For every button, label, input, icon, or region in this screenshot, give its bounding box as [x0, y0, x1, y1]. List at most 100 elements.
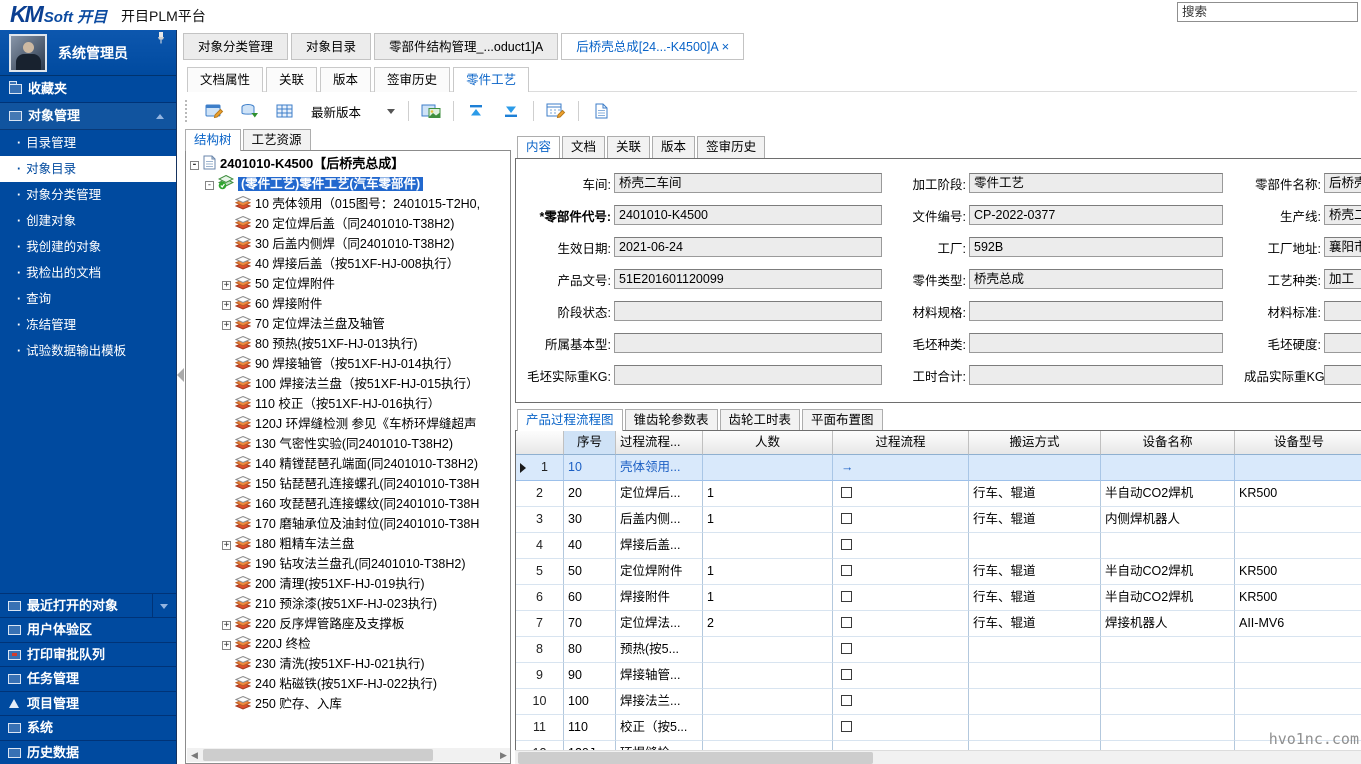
- tree-tab[interactable]: 工艺资源: [243, 129, 311, 151]
- sidebar-item[interactable]: 项目管理: [0, 691, 176, 716]
- cell-flow[interactable]: [833, 689, 969, 715]
- checkbox[interactable]: [841, 695, 852, 706]
- checkbox[interactable]: [841, 513, 852, 524]
- cell-model[interactable]: [1235, 663, 1361, 689]
- tree-operation-node[interactable]: 210 预涂漆(按51XF-HJ-023执行): [190, 594, 510, 614]
- sidebar-item[interactable]: 任务管理: [0, 666, 176, 691]
- sidebar-subitem[interactable]: 我检出的文档: [0, 260, 176, 286]
- cell-transport[interactable]: [969, 663, 1101, 689]
- tree-operation-node[interactable]: 170 磨轴承位及油封位(同2401010-T38H: [190, 514, 510, 534]
- cell-name[interactable]: 焊接附件: [616, 585, 703, 611]
- cell-equipment[interactable]: [1101, 689, 1235, 715]
- cell-seq[interactable]: 10: [564, 455, 616, 481]
- field-input[interactable]: [1324, 365, 1361, 385]
- sidebar-item[interactable]: 最近打开的对象: [0, 593, 176, 618]
- content-tab[interactable]: 签审历史: [697, 136, 765, 158]
- cell-model[interactable]: KR500: [1235, 585, 1361, 611]
- sidebar-subitem[interactable]: 查询: [0, 286, 176, 312]
- field-input[interactable]: [614, 301, 882, 321]
- cell-people[interactable]: [703, 637, 833, 663]
- cell-equipment[interactable]: [1101, 663, 1235, 689]
- cell-flow[interactable]: [833, 663, 969, 689]
- folder-image-button[interactable]: [418, 99, 444, 123]
- cell-equipment[interactable]: 半自动CO2焊机: [1101, 559, 1235, 585]
- table-header-cell[interactable]: 序号: [564, 431, 616, 455]
- table-header-cell[interactable]: 设备型号: [1235, 431, 1361, 455]
- cell-model[interactable]: [1235, 455, 1361, 481]
- tree-operation-node[interactable]: 90 焊接轴管（按51XF-HJ-014执行）: [190, 354, 510, 374]
- tree-operation-node[interactable]: 200 清理(按51XF-HJ-019执行): [190, 574, 510, 594]
- cell-equipment[interactable]: [1101, 533, 1235, 559]
- field-input[interactable]: [1324, 333, 1361, 353]
- sidebar-subitem[interactable]: 冻结管理: [0, 312, 176, 338]
- tree-operation-node[interactable]: 240 粘磁铁(按51XF-HJ-022执行): [190, 674, 510, 694]
- checkbox[interactable]: [841, 591, 852, 602]
- tree-operation-node[interactable]: 30 后盖内侧焊（同2401010-T38H2): [190, 234, 510, 254]
- collapse-to-bottom-button[interactable]: [498, 99, 524, 123]
- scroll-left-icon[interactable]: ◀: [187, 748, 202, 762]
- cell-people[interactable]: 1: [703, 507, 833, 533]
- tree-operation-node[interactable]: 230 清洗(按51XF-HJ-021执行): [190, 654, 510, 674]
- row-header-cell[interactable]: 4: [516, 533, 564, 559]
- cell-flow[interactable]: [833, 637, 969, 663]
- expander-plus-icon[interactable]: +: [222, 541, 231, 550]
- cell-name[interactable]: 定位焊后...: [616, 481, 703, 507]
- tree-operation-node[interactable]: 100 焊接法兰盘（按51XF-HJ-015执行）: [190, 374, 510, 394]
- cell-flow[interactable]: [833, 715, 969, 741]
- tree-operation-node[interactable]: 40 焊接后盖（按51XF-HJ-008执行）: [190, 254, 510, 274]
- tree-operation-node[interactable]: 120J 环焊缝检测 参见《车桥环焊缝超声: [190, 414, 510, 434]
- cell-transport[interactable]: 行车、辊道: [969, 559, 1101, 585]
- cell-people[interactable]: 1: [703, 481, 833, 507]
- tree-operation-node[interactable]: 140 精镗琵琶孔端面(同2401010-T38H2): [190, 454, 510, 474]
- document-tab[interactable]: 文档属性: [187, 67, 263, 92]
- sidebar-subitem[interactable]: 创建对象: [0, 208, 176, 234]
- cell-name[interactable]: 定位焊法...: [616, 611, 703, 637]
- sidebar-item[interactable]: 系统: [0, 715, 176, 740]
- cell-model[interactable]: KR500: [1235, 481, 1361, 507]
- field-input[interactable]: 后桥壳: [1324, 173, 1361, 193]
- tree-tab[interactable]: 结构树: [185, 129, 241, 151]
- sidebar-subitem[interactable]: 目录管理: [0, 130, 176, 156]
- expander-plus-icon[interactable]: +: [222, 641, 231, 650]
- table-header-cell[interactable]: 设备名称: [1101, 431, 1235, 455]
- cell-equipment[interactable]: [1101, 455, 1235, 481]
- table-header-cell[interactable]: 搬运方式: [969, 431, 1101, 455]
- field-input[interactable]: 零件工艺: [969, 173, 1223, 193]
- table-view-button[interactable]: [272, 99, 298, 123]
- sidebar-subitem[interactable]: 对象目录: [0, 156, 176, 182]
- collapse-section-icon[interactable]: [156, 114, 164, 119]
- cell-people[interactable]: [703, 455, 833, 481]
- cell-flow[interactable]: [833, 481, 969, 507]
- pin-icon[interactable]: [156, 31, 166, 44]
- content-tab[interactable]: 关联: [607, 136, 650, 158]
- cell-equipment[interactable]: 内侧焊机器人: [1101, 507, 1235, 533]
- document-copy-button[interactable]: [588, 99, 614, 123]
- cell-people[interactable]: [703, 715, 833, 741]
- field-input[interactable]: 2021-06-24: [614, 237, 882, 257]
- cell-transport[interactable]: [969, 533, 1101, 559]
- cell-flow[interactable]: [833, 559, 969, 585]
- tree-operation-node[interactable]: 130 气密性实验(同2401010-T38H2): [190, 434, 510, 454]
- edit-document-button[interactable]: [202, 99, 228, 123]
- main-tab[interactable]: 后桥壳总成[24...-K4500]A×: [561, 33, 744, 60]
- cell-name[interactable]: 校正（按5...: [616, 715, 703, 741]
- row-header-cell[interactable]: 9: [516, 663, 564, 689]
- cell-people[interactable]: [703, 533, 833, 559]
- cell-flow[interactable]: [833, 585, 969, 611]
- cell-people[interactable]: 1: [703, 585, 833, 611]
- cell-seq[interactable]: 100: [564, 689, 616, 715]
- cell-flow[interactable]: [833, 611, 969, 637]
- field-input[interactable]: [969, 333, 1223, 353]
- tree-operation-node[interactable]: +180 粗精车法兰盘: [190, 534, 510, 554]
- collapse-to-top-button[interactable]: [463, 99, 489, 123]
- scroll-right-icon[interactable]: ▶: [496, 748, 511, 762]
- cell-name[interactable]: 后盖内侧...: [616, 507, 703, 533]
- row-header-cell[interactable]: 2: [516, 481, 564, 507]
- document-tab[interactable]: 签审历史: [374, 67, 450, 92]
- avatar[interactable]: [9, 34, 47, 72]
- table-header-cell[interactable]: 过程流程: [833, 431, 969, 455]
- cell-seq[interactable]: 40: [564, 533, 616, 559]
- field-input[interactable]: 51E201601120099: [614, 269, 882, 289]
- cell-name[interactable]: 焊接轴管...: [616, 663, 703, 689]
- dropdown-zone[interactable]: [152, 594, 176, 618]
